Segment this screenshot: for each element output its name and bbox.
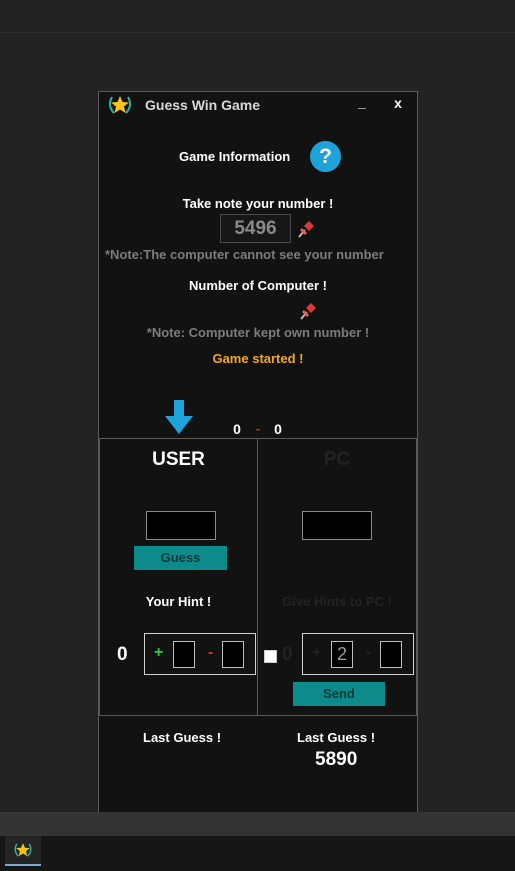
your-hint-label: Your Hint ! [145, 594, 212, 609]
taskbar-app-button[interactable] [5, 836, 41, 866]
minus-sign: - [208, 644, 214, 661]
pc-minus-field[interactable] [380, 641, 402, 668]
window-title: Guess Win Game [145, 97, 261, 113]
minimize-button[interactable]: _ [355, 94, 369, 114]
title-bar[interactable]: Guess Win Game _ x [99, 92, 417, 120]
pushpin-icon[interactable] [295, 218, 317, 240]
user-panel: USER Guess Your Hint ! 0 + - [99, 438, 258, 716]
star-laurel-icon [108, 96, 132, 114]
taskbar [0, 836, 515, 871]
user-guess-input[interactable] [146, 511, 216, 540]
user-hint-box: + - [144, 633, 256, 675]
help-icon[interactable]: ? [310, 141, 341, 172]
taskbar-strip [0, 812, 515, 836]
send-button[interactable]: Send [293, 682, 385, 706]
user-plus-field[interactable] [173, 641, 195, 668]
star-laurel-icon [14, 843, 32, 857]
score-separator: - [255, 421, 261, 436]
note-computer-number: *Note: Computer kept own number ! [146, 325, 370, 340]
plus-sign: + [312, 644, 322, 661]
pc-plus-field[interactable]: 2 [331, 641, 353, 668]
pc-guess-field [302, 511, 372, 540]
game-information-label: Game Information [179, 149, 291, 164]
user-hint-count: 0 [117, 644, 128, 665]
arrow-down-icon [165, 400, 193, 434]
pc-hint-box: + 2 - [302, 633, 414, 675]
pushpin-icon[interactable] [297, 300, 319, 322]
note-user-number: *Note:The computer cannot see your numbe… [105, 247, 384, 262]
number-of-computer-label: Number of Computer ! [189, 278, 327, 293]
pc-hint-count: 0 [282, 644, 293, 665]
pc-last-guess-value: 5890 [315, 749, 358, 770]
pc-panel-title: PC [323, 449, 351, 470]
close-button[interactable]: x [391, 95, 405, 115]
user-minus-field[interactable] [222, 641, 244, 668]
game-window: Guess Win Game _ x Game Information ? Ta… [98, 91, 418, 829]
score-pc: 0 [274, 421, 282, 437]
take-note-label: Take note your number ! [182, 196, 334, 211]
pc-last-guess-label: Last Guess ! [297, 730, 376, 745]
user-secret-number: 5496 [220, 214, 291, 243]
user-last-guess-label: Last Guess ! [143, 730, 222, 745]
user-panel-title: USER [152, 449, 205, 470]
hint-checkbox[interactable] [264, 650, 277, 663]
minus-sign: - [366, 644, 372, 661]
game-status: Game started ! [212, 351, 304, 366]
plus-sign: + [154, 644, 164, 661]
give-hints-label: Give Hints to PC ! [282, 594, 392, 609]
pc-panel: PC Give Hints to PC ! 0 + 2 - Send [257, 438, 417, 716]
top-divider [0, 32, 515, 33]
guess-button[interactable]: Guess [134, 546, 227, 570]
score-user: 0 [233, 421, 241, 437]
